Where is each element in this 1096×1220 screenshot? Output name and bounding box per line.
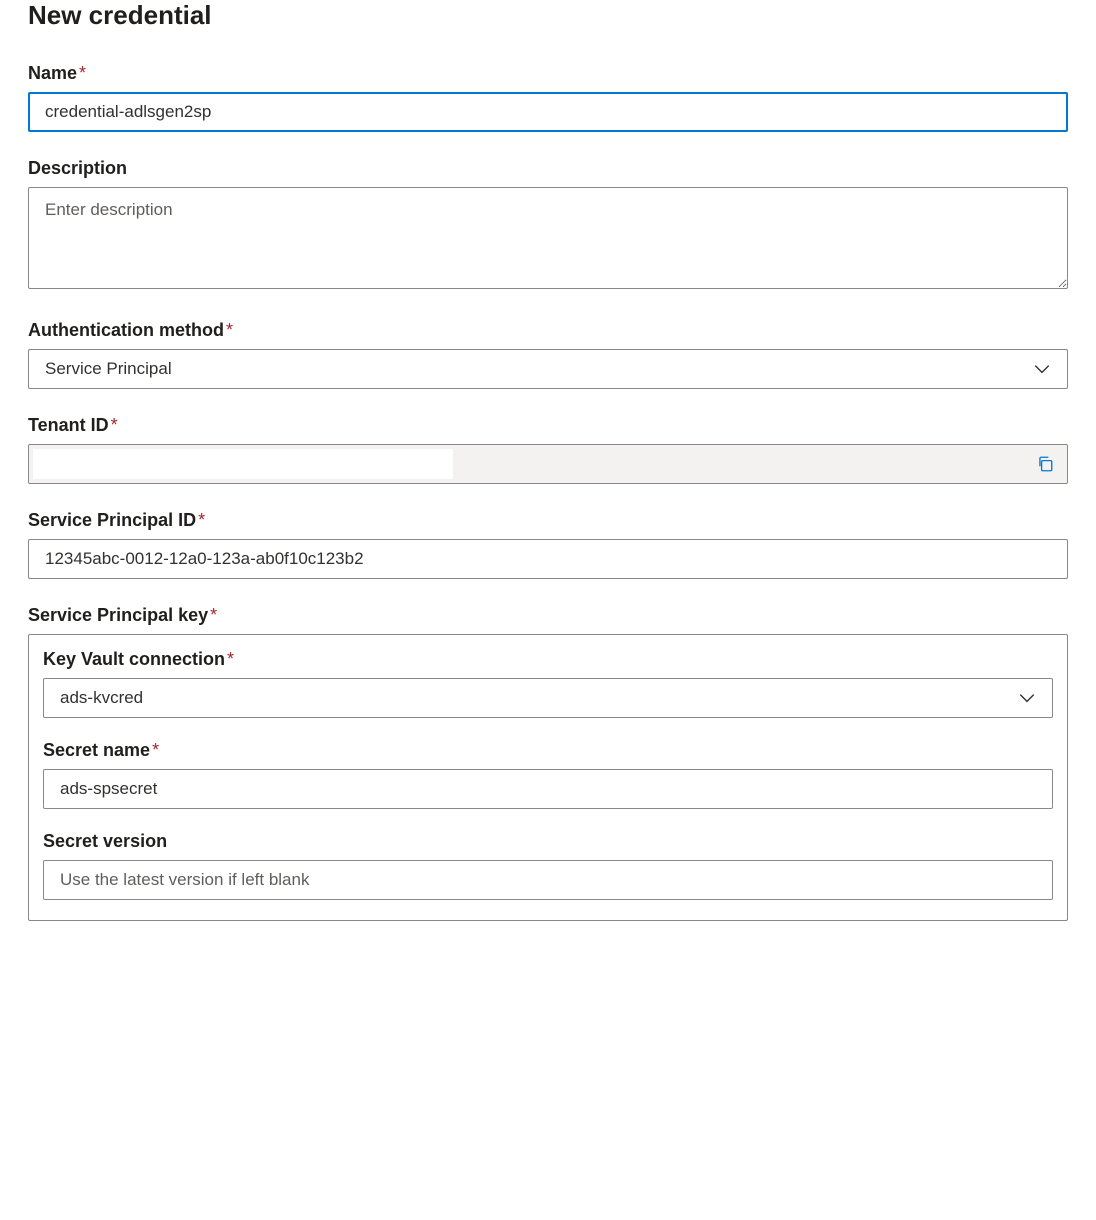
- name-label-text: Name: [28, 63, 77, 83]
- kv-connection-selected-value: ads-kvcred: [60, 688, 1018, 708]
- chevron-down-icon: [1033, 360, 1051, 378]
- name-field-group: Name*: [28, 63, 1068, 132]
- secret-version-input[interactable]: [43, 860, 1053, 900]
- required-asterisk: *: [210, 605, 217, 625]
- tenant-id-label: Tenant ID*: [28, 415, 1068, 436]
- sp-id-label: Service Principal ID*: [28, 510, 1068, 531]
- name-label: Name*: [28, 63, 1068, 84]
- required-asterisk: *: [226, 320, 233, 340]
- kv-connection-label-text: Key Vault connection: [43, 649, 225, 669]
- description-label: Description: [28, 158, 1068, 179]
- auth-method-selected-value: Service Principal: [45, 359, 1033, 379]
- kv-connection-select[interactable]: ads-kvcred: [43, 678, 1053, 718]
- tenant-id-label-text: Tenant ID: [28, 415, 109, 435]
- sp-key-field-group: Service Principal key* Key Vault connect…: [28, 605, 1068, 921]
- sp-id-input[interactable]: [28, 539, 1068, 579]
- tenant-id-field-group: Tenant ID*: [28, 415, 1068, 484]
- auth-method-select[interactable]: Service Principal: [28, 349, 1068, 389]
- secret-version-label-text: Secret version: [43, 831, 167, 851]
- page-title: New credential: [28, 0, 1068, 31]
- kv-connection-field-group: Key Vault connection* ads-kvcred: [43, 649, 1053, 718]
- tenant-id-readonly: [28, 444, 1068, 484]
- auth-method-label: Authentication method*: [28, 320, 1068, 341]
- sp-key-label: Service Principal key*: [28, 605, 1068, 626]
- sp-key-panel: Key Vault connection* ads-kvcred Secret …: [28, 634, 1068, 921]
- description-field-group: Description: [28, 158, 1068, 294]
- copy-icon: [1036, 455, 1054, 473]
- sp-key-label-text: Service Principal key: [28, 605, 208, 625]
- copy-button[interactable]: [1031, 450, 1059, 478]
- sp-id-label-text: Service Principal ID: [28, 510, 196, 530]
- tenant-id-redacted-area: [33, 449, 453, 479]
- auth-method-field-group: Authentication method* Service Principal: [28, 320, 1068, 389]
- auth-method-label-text: Authentication method: [28, 320, 224, 340]
- required-asterisk: *: [111, 415, 118, 435]
- secret-version-field-group: Secret version: [43, 831, 1053, 900]
- secret-version-label: Secret version: [43, 831, 1053, 852]
- secret-name-input[interactable]: [43, 769, 1053, 809]
- kv-connection-label: Key Vault connection*: [43, 649, 1053, 670]
- required-asterisk: *: [198, 510, 205, 530]
- secret-name-label: Secret name*: [43, 740, 1053, 761]
- secret-name-label-text: Secret name: [43, 740, 150, 760]
- description-textarea[interactable]: [28, 187, 1068, 289]
- required-asterisk: *: [152, 740, 159, 760]
- sp-id-field-group: Service Principal ID*: [28, 510, 1068, 579]
- required-asterisk: *: [227, 649, 234, 669]
- required-asterisk: *: [79, 63, 86, 83]
- chevron-down-icon: [1018, 689, 1036, 707]
- secret-name-field-group: Secret name*: [43, 740, 1053, 809]
- name-input[interactable]: [28, 92, 1068, 132]
- description-label-text: Description: [28, 158, 127, 178]
